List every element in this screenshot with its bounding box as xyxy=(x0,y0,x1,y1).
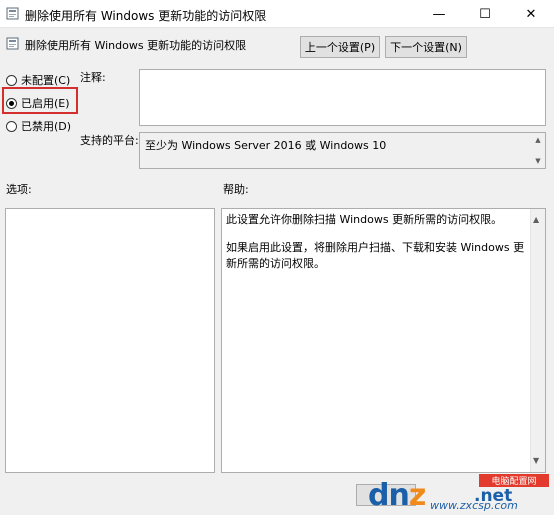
watermark-badge: 电脑配置网 xyxy=(479,474,549,487)
options-panel xyxy=(5,208,215,473)
radio-label: 已禁用(D) xyxy=(21,120,72,133)
policy-icon xyxy=(6,7,19,20)
supported-platform-box: 至少为 Windows Server 2016 或 Windows 10 ▲ ▼ xyxy=(139,132,546,169)
minimize-button[interactable]: — xyxy=(416,0,462,28)
policy-name: 删除使用所有 Windows 更新功能的访问权限 xyxy=(25,39,247,52)
close-button[interactable]: ✕ xyxy=(508,0,554,28)
radio-disabled[interactable]: 已禁用(D) xyxy=(6,118,71,134)
help-panel: 此设置允许你删除扫描 Windows 更新所需的访问权限。 如果启用此设置，将删… xyxy=(221,208,546,473)
radio-button[interactable] xyxy=(6,120,17,132)
help-paragraph: 如果启用此设置，将删除用户扫描、下载和安装 Windows 更新所需的访问权限。 xyxy=(226,241,525,270)
radio-button[interactable] xyxy=(6,97,17,109)
radio-not-configured[interactable]: 未配置(C) xyxy=(6,72,70,88)
previous-setting-button[interactable]: 上一个设置(P) xyxy=(300,36,380,58)
help-scrollbar[interactable]: ▲ ▼ xyxy=(530,209,545,472)
scroll-down-icon[interactable]: ▼ xyxy=(533,156,543,166)
scroll-up-icon[interactable]: ▲ xyxy=(533,135,543,145)
watermark-url: www.zxcsp.com xyxy=(430,499,518,512)
scroll-down-icon[interactable]: ▼ xyxy=(533,453,539,469)
radio-enabled[interactable]: 已启用(E) xyxy=(6,95,70,111)
next-setting-button[interactable]: 下一个设置(N) xyxy=(385,36,467,58)
maximize-button[interactable]: ☐ xyxy=(462,0,508,28)
supported-platform-value: 至少为 Windows Server 2016 或 Windows 10 xyxy=(145,139,387,152)
title-bar: 删除使用所有 Windows 更新功能的访问权限 — ☐ ✕ xyxy=(0,0,554,28)
window-title: 删除使用所有 Windows 更新功能的访问权限 xyxy=(25,9,267,23)
radio-label: 未配置(C) xyxy=(21,74,71,87)
watermark-logo: dnz xyxy=(368,478,426,513)
options-label: 选项: xyxy=(6,183,32,196)
comment-textarea[interactable] xyxy=(139,69,546,126)
supported-platform-label: 支持的平台: xyxy=(80,134,139,147)
radio-label: 已启用(E) xyxy=(21,97,70,110)
help-paragraph: 此设置允许你删除扫描 Windows 更新所需的访问权限。 xyxy=(226,213,503,226)
help-label: 帮助: xyxy=(223,183,249,196)
policy-setting-icon xyxy=(6,37,19,50)
radio-button[interactable] xyxy=(6,74,17,86)
scroll-up-icon[interactable]: ▲ xyxy=(533,212,539,228)
comment-label: 注释: xyxy=(80,71,106,84)
